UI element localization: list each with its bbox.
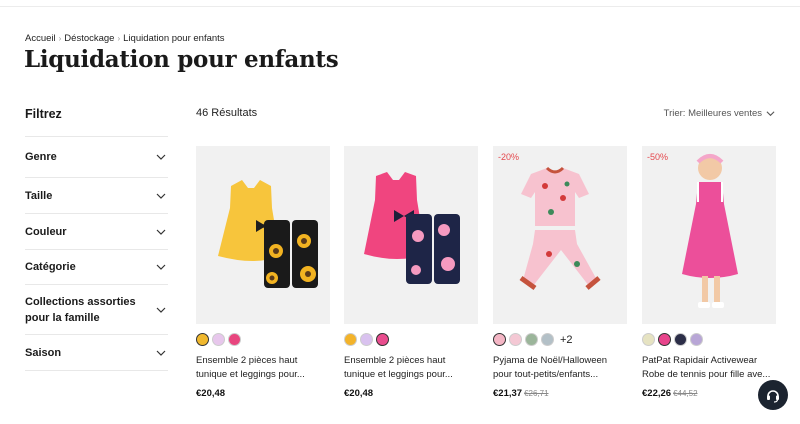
product-price: €21,37 €26,71 [493, 388, 627, 399]
breadcrumb: Accueil › Déstockage › Liquidation pour … [25, 33, 225, 44]
product-image[interactable]: -20% [493, 146, 627, 324]
filters-heading: Filtrez [25, 107, 62, 121]
color-swatch[interactable] [360, 333, 373, 346]
color-swatches [642, 333, 776, 346]
product-name[interactable]: Ensemble 2 pièces haut tunique et leggin… [196, 354, 330, 382]
product-price: €22,26 €44,52 [642, 388, 776, 399]
breadcrumb-destockage[interactable]: Déstockage [64, 33, 114, 44]
breadcrumb-separator: › [117, 34, 121, 43]
chevron-down-icon [766, 111, 775, 117]
product-card[interactable]: Ensemble 2 pièces haut tunique et leggin… [344, 146, 478, 399]
chevron-down-icon [156, 229, 166, 235]
original-price: €26,71 [524, 389, 549, 398]
filter-label: Collections assorties pour la famille [25, 295, 136, 324]
color-swatch[interactable] [196, 333, 209, 346]
chevron-down-icon [156, 154, 166, 160]
chevron-down-icon [156, 350, 166, 356]
color-swatch[interactable] [690, 333, 703, 346]
more-colors-count[interactable]: +2 [560, 334, 573, 346]
discount-badge: -50% [647, 152, 669, 162]
headset-icon [767, 390, 779, 403]
breadcrumb-home[interactable]: Accueil [25, 33, 56, 44]
filter-label: Saison [25, 346, 62, 359]
product-price: €20,48 [196, 388, 330, 399]
breadcrumb-separator: › [58, 34, 62, 43]
color-swatches [344, 333, 478, 346]
product-name[interactable]: Ensemble 2 pièces haut tunique et leggin… [344, 354, 478, 382]
product-card[interactable]: Ensemble 2 pièces haut tunique et leggin… [196, 146, 330, 399]
product-card[interactable]: -20% +2 Pyjama de Noël/Halloween pour to… [493, 146, 627, 399]
filter-genre[interactable]: Genre [25, 137, 168, 178]
filter-categorie[interactable]: Catégorie [25, 250, 168, 285]
current-price: €22,26 [642, 388, 672, 399]
product-image[interactable]: -50% [642, 146, 776, 324]
chevron-down-icon [156, 264, 166, 270]
breadcrumb-current: Liquidation pour enfants [123, 33, 225, 44]
product-image[interactable] [344, 146, 478, 324]
sort-dropdown[interactable]: Trier: Meilleures ventes [664, 108, 775, 119]
chevron-down-icon [156, 193, 166, 199]
customer-support-button[interactable] [758, 380, 788, 410]
color-swatch[interactable] [658, 333, 671, 346]
filter-label: Taille [25, 189, 53, 202]
filter-taille[interactable]: Taille [25, 178, 168, 214]
results-count: 46 Résultats [196, 107, 258, 119]
filter-label: Catégorie [25, 261, 76, 273]
color-swatch[interactable] [212, 333, 225, 346]
color-swatch[interactable] [674, 333, 687, 346]
current-price: €20,48 [196, 388, 226, 399]
color-swatch[interactable] [642, 333, 655, 346]
header-divider [0, 6, 800, 7]
filter-couleur[interactable]: Couleur [25, 214, 168, 250]
discount-badge: -20% [498, 152, 520, 162]
filter-collections[interactable]: Collections assorties pour la famille [25, 285, 168, 335]
current-price: €21,37 [493, 388, 523, 399]
color-swatch[interactable] [509, 333, 522, 346]
current-price: €20,48 [344, 388, 374, 399]
original-price: €44,52 [673, 389, 698, 398]
filter-label: Couleur [25, 225, 67, 238]
color-swatch[interactable] [525, 333, 538, 346]
product-image[interactable] [196, 146, 330, 324]
product-price: €20,48 [344, 388, 478, 399]
color-swatches [196, 333, 330, 346]
color-swatches: +2 [493, 333, 627, 346]
product-name[interactable]: PatPat Rapidair Activewear Robe de tenni… [642, 354, 776, 382]
color-swatch[interactable] [493, 333, 506, 346]
page-title: Liquidation pour enfants [24, 46, 339, 73]
product-name[interactable]: Pyjama de Noël/Halloween pour tout-petit… [493, 354, 627, 382]
color-swatch[interactable] [344, 333, 357, 346]
filter-panel: Genre Taille Couleur Catégorie Collectio… [25, 136, 168, 371]
filter-saison[interactable]: Saison [25, 335, 168, 371]
color-swatch[interactable] [376, 333, 389, 346]
color-swatch[interactable] [541, 333, 554, 346]
filter-label: Genre [25, 151, 57, 163]
sort-label: Trier: Meilleures ventes [663, 108, 762, 119]
color-swatch[interactable] [228, 333, 241, 346]
chevron-down-icon [156, 307, 166, 313]
product-card[interactable]: -50% PatPat Rapidair Activewear Robe de … [642, 146, 776, 399]
